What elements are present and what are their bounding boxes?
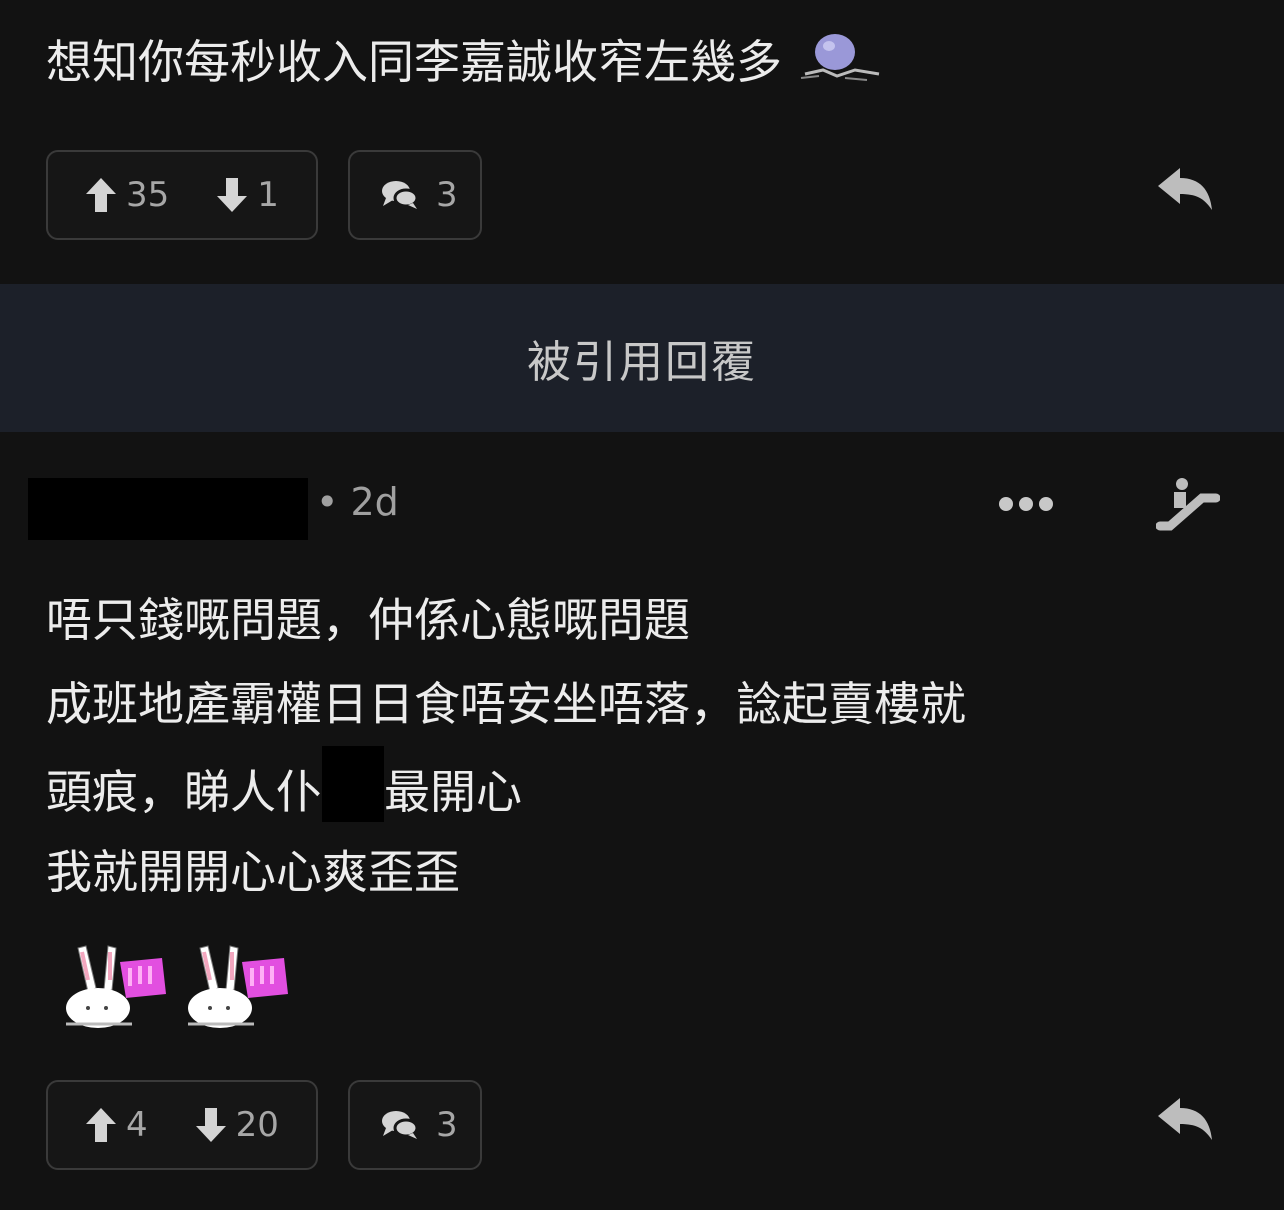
arrow-down-icon	[217, 178, 248, 212]
top-post-body: 想知你每秒收入同李嘉誠收窄左幾多	[46, 35, 782, 89]
top-downvote-count: 1	[257, 175, 279, 215]
quoted-replies-label: 被引用回覆	[527, 337, 757, 388]
reply-line-3: 頭痕，睇人仆 最開心	[46, 746, 522, 834]
arrow-up-icon	[86, 178, 116, 212]
redacted-word	[322, 746, 384, 822]
reply-line-4: 我就開開心心爽歪歪	[46, 845, 460, 899]
reply-icon[interactable]	[1156, 164, 1214, 212]
top-post-text: 想知你每秒收入同李嘉誠收窄左幾多	[46, 20, 881, 104]
reply-vote-pill: 4 20	[46, 1080, 318, 1170]
reply-line-3a: 頭痕，睇人仆	[46, 765, 322, 819]
top-comment-count: 3	[436, 175, 458, 215]
reply-upvote-count: 4	[126, 1105, 148, 1145]
chat-bubbles-icon	[382, 1111, 419, 1139]
rabbit-sticker-icon	[66, 945, 166, 1028]
rabbit-sticker-icon	[188, 945, 288, 1028]
reply-comment-count: 3	[436, 1105, 458, 1145]
top-vote-pill: 35 1	[46, 150, 318, 240]
reply-icon[interactable]	[1156, 1094, 1214, 1142]
redacted-username	[28, 478, 308, 540]
reply-upvote-button[interactable]: 4	[84, 1105, 148, 1145]
post-age: • 2d	[316, 480, 399, 524]
reply-downvote-button[interactable]: 20	[194, 1105, 279, 1145]
more-dots-icon[interactable]	[996, 492, 1056, 516]
ghost-sticker-icon	[800, 34, 879, 81]
reply-line-3b: 最開心	[384, 765, 522, 819]
reply-line-2: 成班地產霸權日日食唔安坐唔落，諗起賣樓就	[46, 677, 966, 731]
reply-comments-button[interactable]: 3	[348, 1080, 482, 1170]
arrow-down-icon	[195, 1108, 226, 1142]
reply-downvote-count: 20	[235, 1105, 279, 1145]
arrow-up-icon	[86, 1108, 116, 1142]
top-comments-button[interactable]: 3	[348, 150, 482, 240]
top-upvote-count: 35	[126, 175, 170, 215]
top-downvote-button[interactable]: 1	[215, 175, 279, 215]
escalator-icon[interactable]	[1156, 476, 1220, 532]
top-upvote-button[interactable]: 35	[84, 175, 169, 215]
chat-bubbles-icon	[382, 181, 419, 209]
quoted-replies-banner[interactable]: 被引用回覆	[0, 284, 1284, 432]
reply-line-1: 唔只錢嘅問題，仲係心態嘅問題	[46, 593, 690, 647]
